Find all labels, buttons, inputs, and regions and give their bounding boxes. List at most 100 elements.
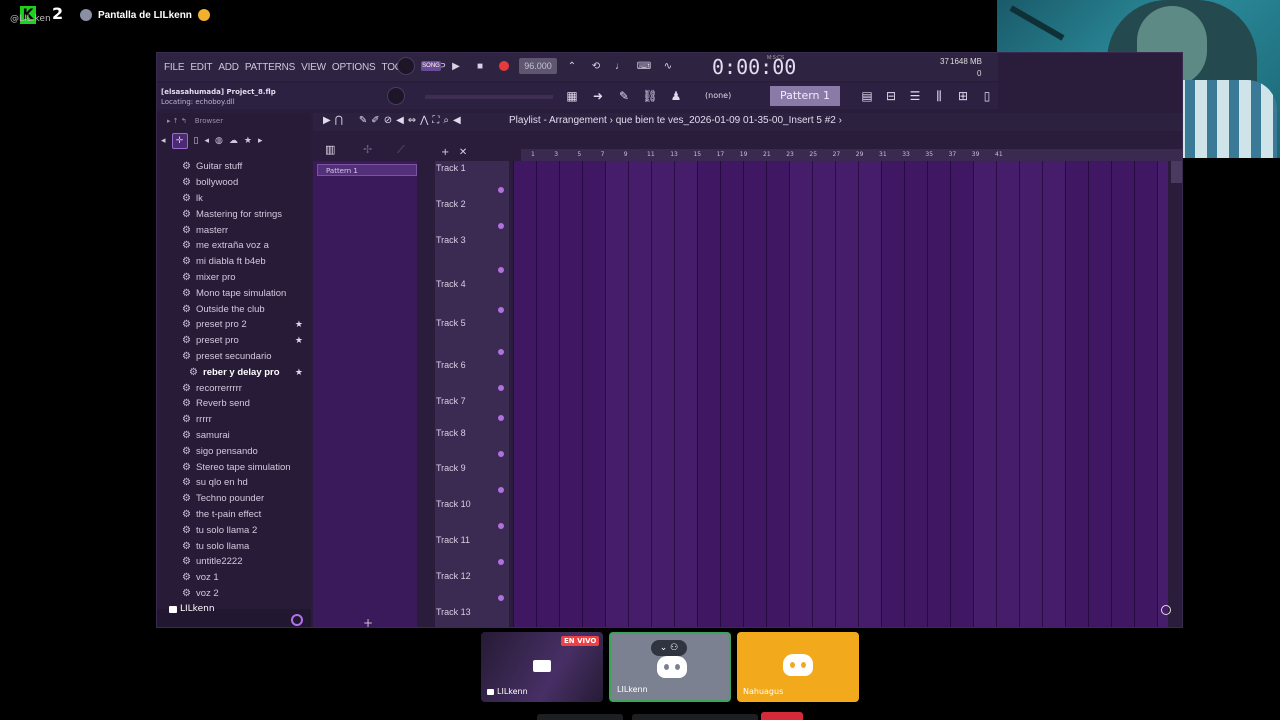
pattern-item[interactable]: Pattern 1 [317, 164, 417, 176]
draw-tool-icon[interactable]: ✎ [359, 115, 367, 126]
preset-item[interactable]: ⚙ recorrerrrrr [157, 380, 311, 396]
track-label[interactable]: Track 6 [436, 360, 466, 370]
track-label[interactable]: Track 8 [436, 428, 466, 438]
track-mute-dot[interactable] [498, 595, 504, 601]
slice-tool-icon[interactable]: ⋀ [420, 115, 428, 126]
preset-item[interactable]: ⚙ mi diabla ft b4eb [157, 254, 311, 270]
select-tool-icon[interactable]: ⛶ [432, 115, 439, 126]
menu-options[interactable]: OPTIONS [329, 62, 379, 73]
track-mute-dot[interactable] [498, 487, 504, 493]
vertical-scrollbar[interactable] [1171, 161, 1182, 183]
preset-item[interactable]: ⚙ preset pro ★ [157, 333, 311, 349]
all-files-icon[interactable]: ✛ [171, 133, 188, 149]
track-label[interactable]: Track 12 [436, 571, 471, 581]
zoom-tool-icon[interactable]: ⌕ [443, 115, 449, 126]
wait-input-icon[interactable]: ∿ [659, 57, 677, 75]
automation-icon[interactable]: ⟋ [397, 143, 405, 157]
preset-item[interactable]: ⚙ sigo pensando [157, 443, 311, 459]
snap-selector[interactable]: (none) [705, 91, 731, 100]
typing-keyboard-icon[interactable]: ⌨ [635, 57, 653, 75]
preset-item[interactable]: ⚙ me extraña voz a [157, 238, 311, 254]
pitch-knob[interactable] [387, 87, 405, 105]
participant-tile-lilkenn[interactable]: ⌄ ⚇ LILkenn [609, 632, 731, 702]
browser-forward-icon[interactable]: ▸ [258, 136, 263, 146]
menu-edit[interactable]: EDIT [187, 62, 215, 73]
plugin-database-icon[interactable]: ⊞ [953, 87, 973, 105]
track-label[interactable]: Track 9 [436, 463, 466, 473]
track-mute-dot[interactable] [498, 385, 504, 391]
audio-clip-icon[interactable]: ✢ [363, 143, 372, 156]
play-button[interactable]: ▶ [447, 57, 465, 75]
track-mute-dot[interactable] [498, 523, 504, 529]
plugin-icon[interactable]: ◂ [204, 136, 209, 146]
track-label[interactable]: Track 1 [436, 163, 466, 173]
loop-icon[interactable]: ⟲ [587, 57, 605, 75]
paint-tool-icon[interactable]: ✐ [371, 115, 379, 126]
mute-tool-icon[interactable]: ◀ [396, 115, 404, 126]
search-icon[interactable] [291, 614, 303, 626]
track-mute-dot[interactable] [498, 187, 504, 193]
pencil-icon[interactable]: ✎ [614, 87, 634, 105]
participant-tile-stream[interactable]: EN VIVO LILkenn [481, 632, 603, 702]
call-control-button[interactable] [632, 714, 758, 720]
channel-rack-icon[interactable]: ⊟ [881, 87, 901, 105]
stamp-icon[interactable]: ♟ [666, 87, 686, 105]
playback-tool-icon[interactable]: ◀ [453, 115, 461, 126]
track-mute-dot[interactable] [498, 223, 504, 229]
master-volume-knob[interactable] [397, 57, 415, 75]
master-pitch-slider[interactable] [425, 95, 553, 99]
preset-item[interactable]: ⚙ preset pro 2 ★ [157, 317, 311, 333]
delete-tool-icon[interactable]: ⊘ [384, 115, 392, 126]
preset-item[interactable]: ⚙ voz 1 [157, 570, 311, 586]
track-label[interactable]: Track 7 [436, 396, 466, 406]
preset-item[interactable]: ⚙ su qlo en hd [157, 475, 311, 491]
stop-button[interactable]: ■ [471, 57, 489, 75]
preset-item[interactable]: ⚙ lk [157, 191, 311, 207]
preset-item[interactable]: ⚙ tu solo llama [157, 538, 311, 554]
menu-view[interactable]: VIEW [298, 62, 329, 73]
preset-item[interactable]: ⚙ Outside the club [157, 301, 311, 317]
preset-item[interactable]: ⚙ tu solo llama 2 [157, 522, 311, 538]
track-label[interactable]: Track 5 [436, 318, 466, 328]
add-pattern-icon[interactable]: + [363, 616, 373, 627]
preset-item[interactable]: ⚙ mixer pro [157, 270, 311, 286]
step-icon[interactable]: ♩ [611, 57, 629, 75]
piano-icon[interactable]: ▦ [562, 87, 582, 105]
pattern-selector[interactable]: Pattern 1 [770, 86, 840, 106]
mixer-icon[interactable]: ☰ [905, 87, 925, 105]
preset-item[interactable]: ⚙ bollywood [157, 175, 311, 191]
track-label[interactable]: Track 11 [436, 535, 470, 545]
call-control-button[interactable] [537, 714, 623, 720]
track-label[interactable]: Track 4 [436, 279, 466, 289]
preset-item[interactable]: ⚙ masterr [157, 222, 311, 238]
metronome-icon[interactable]: ⌃ [563, 57, 581, 75]
preset-item[interactable]: ⚙ voz 2 [157, 586, 311, 602]
timeline-ruler[interactable]: 1 3 5 7 9 11 13 15 17 19 21 23 25 27 29 31 33 35 37 39 41 [521, 149, 1182, 161]
participant-tile-nahuagus[interactable]: Nahuagus [737, 632, 859, 702]
playlist-grid[interactable] [513, 161, 1168, 627]
link-icon[interactable]: ⛓ [640, 87, 660, 105]
preset-item[interactable]: ⚙ preset secundario [157, 349, 311, 365]
preset-item[interactable]: ⚙ rrrrr [157, 412, 311, 428]
tempo-display[interactable]: 96.000 [519, 58, 557, 74]
track-mute-dot[interactable] [498, 349, 504, 355]
current-project-icon[interactable]: ▯ [194, 136, 199, 146]
menu-file[interactable]: FILE [161, 62, 187, 73]
track-label[interactable]: Track 3 [436, 235, 466, 245]
preset-item[interactable]: ⚙ Stereo tape simulation [157, 459, 311, 475]
preset-item[interactable]: ⚙ untitle2222 [157, 554, 311, 570]
preset-item[interactable]: ⚙ Techno pounder [157, 491, 311, 507]
tile-controls[interactable]: ⌄ ⚇ [651, 640, 687, 656]
browser-back-icon[interactable]: ◂ [161, 136, 166, 146]
track-label[interactable]: Track 10 [436, 499, 471, 509]
preset-item[interactable]: ⚙ the t-pain effect [157, 507, 311, 523]
arrow-right-icon[interactable]: ➜ [588, 87, 608, 105]
star-icon[interactable]: ★ [244, 136, 252, 146]
track-mute-dot[interactable] [498, 451, 504, 457]
browser-nav-icon[interactable]: ▸ ↑ ↰ [167, 113, 187, 129]
pattern-mode-icon[interactable]: ▥ [325, 143, 335, 156]
add-track-icon[interactable]: + ✕ [441, 147, 467, 158]
menu-add[interactable]: ADD [215, 62, 242, 73]
browser-toggle-icon[interactable]: ▯ [977, 87, 997, 105]
menu-patterns[interactable]: PATTERNS [242, 62, 298, 73]
